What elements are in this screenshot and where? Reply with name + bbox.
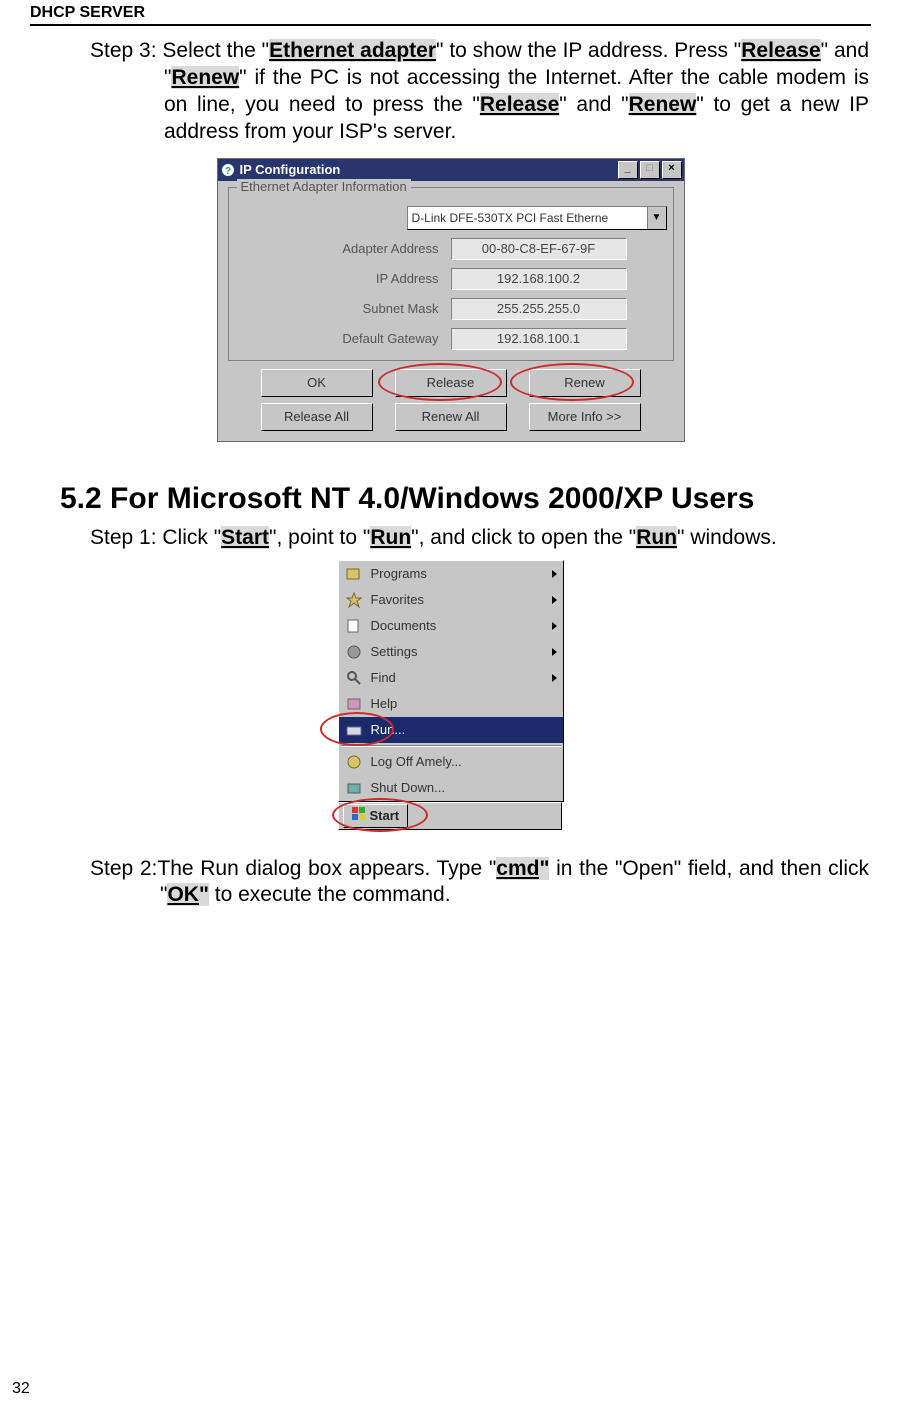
step2-paragraph: Step 2:The Run dialog box appears. Type … [90,856,869,910]
value-subnet-mask: 255.255.255.0 [451,298,627,320]
ipconfig-titlebar: ? IP Configuration _ □ × [218,159,684,181]
step1-t3: ", and click to open the " [411,526,636,549]
programs-icon [345,565,363,583]
release-button[interactable]: Release [395,369,507,397]
logoff-icon [345,753,363,771]
svg-text:?: ? [224,166,230,177]
maximize-button[interactable]: □ [640,161,660,179]
menu-label-help: Help [371,696,398,711]
renew-all-button[interactable]: Renew All [395,403,507,431]
menu-favorites[interactable]: Favorites [339,587,563,613]
section-5-2-title: 5.2 For Microsoft NT 4.0/Windows 2000/XP… [60,482,871,516]
menu-label-settings: Settings [371,644,418,659]
run-hl-2: Run [636,526,677,549]
step1-paragraph: Step 1: Click "Start", point to "Run", a… [90,526,871,550]
menu-run[interactable]: Run... [339,717,563,743]
step1-t2: ", point to " [269,526,370,549]
run-icon [345,721,363,739]
menu-label-documents: Documents [371,618,437,633]
value-ip-address: 192.168.100.2 [451,268,627,290]
chevron-right-icon [552,570,557,578]
cmd-hl: cmd [496,857,539,880]
step2-t3: to execute the command. [209,883,451,906]
header-title: DHCP SERVER [30,4,871,22]
ok-hl: OK [167,883,199,906]
menu-settings[interactable]: Settings [339,639,563,665]
step3-t2: " to show the IP address. Press " [436,39,741,62]
start-hl: Start [221,526,269,549]
help-icon [345,695,363,713]
step3-label: Step 3: [90,39,162,62]
windows-logo-icon [352,807,366,824]
adapter-select[interactable]: D-Link DFE-530TX PCI Fast Etherne ▼ [407,206,667,230]
favorites-icon [345,591,363,609]
chevron-right-icon [552,674,557,682]
menu-logoff[interactable]: Log Off Amely... [339,749,563,775]
chevron-down-icon[interactable]: ▼ [647,207,666,229]
menu-label-programs: Programs [371,566,427,581]
step3-t5: " and " [559,93,628,116]
step3-paragraph: Step 3: Select the "Ethernet adapter" to… [90,38,869,146]
ipconfig-app-icon: ? [220,162,236,178]
row-adapter-address: Adapter Address 00-80-C8-EF-67-9F [239,238,663,260]
chevron-right-icon [552,596,557,604]
more-info-button[interactable]: More Info >> [529,403,641,431]
row-default-gateway: Default Gateway 192.168.100.1 [239,328,663,350]
ethernet-adapter-hl: Ethernet adapter [269,39,436,62]
renew-hl-1: Renew [171,66,239,89]
adapter-select-value: D-Link DFE-530TX PCI Fast Etherne [408,211,647,225]
taskbar: Start [338,802,562,830]
menu-label-favorites: Favorites [371,592,424,607]
menu-help[interactable]: Help [339,691,563,717]
release-all-button[interactable]: Release All [261,403,373,431]
label-subnet-mask: Subnet Mask [239,301,451,316]
shutdown-icon [345,779,363,797]
step1-t1: Step 1: Click " [90,526,221,549]
settings-icon [345,643,363,661]
chevron-right-icon [552,622,557,630]
value-adapter-address: 00-80-C8-EF-67-9F [451,238,627,260]
minimize-button[interactable]: _ [618,161,638,179]
label-default-gateway: Default Gateway [239,331,451,346]
menu-divider [341,745,561,747]
menu-programs[interactable]: Programs [339,561,563,587]
start-menu: Programs Favorites Documents Settings [338,560,564,802]
page-number: 32 [12,1380,30,1398]
header-rule [30,24,871,26]
ipconfig-window: ? IP Configuration _ □ × Ethernet Adapte… [217,158,685,442]
start-menu-screenshot: Programs Favorites Documents Settings [338,560,564,830]
step1-t4: " windows. [677,526,777,549]
menu-label-shutdown: Shut Down... [371,780,445,795]
menu-label-run: Run... [371,722,406,737]
step2-t1: Step 2:The Run dialog box appears. Type … [90,857,496,880]
groupbox-label: Ethernet Adapter Information [237,179,411,194]
step3-t1: Select the " [162,39,269,62]
close-button[interactable]: × [662,161,682,179]
start-button[interactable]: Start [343,804,409,828]
ipconfig-title: IP Configuration [240,162,616,177]
renew-button[interactable]: Renew [529,369,641,397]
start-button-label: Start [370,808,400,823]
label-adapter-address: Adapter Address [239,241,451,256]
run-hl-1: Run [370,526,411,549]
row-ip-address: IP Address 192.168.100.2 [239,268,663,290]
find-icon [345,669,363,687]
menu-label-logoff: Log Off Amely... [371,754,462,769]
renew-hl-2: Renew [629,93,697,116]
menu-shutdown[interactable]: Shut Down... [339,775,563,801]
cmd-quote: " [539,857,549,880]
menu-find[interactable]: Find [339,665,563,691]
documents-icon [345,617,363,635]
row-subnet-mask: Subnet Mask 255.255.255.0 [239,298,663,320]
menu-label-find: Find [371,670,396,685]
ok-button[interactable]: OK [261,369,373,397]
ok-quote: " [199,883,209,906]
value-default-gateway: 192.168.100.1 [451,328,627,350]
release-hl-2: Release [480,93,559,116]
menu-documents[interactable]: Documents [339,613,563,639]
adapter-groupbox: Ethernet Adapter Information D-Link DFE-… [228,187,674,361]
chevron-right-icon [552,648,557,656]
release-hl-1: Release [741,39,820,62]
label-ip-address: IP Address [239,271,451,286]
